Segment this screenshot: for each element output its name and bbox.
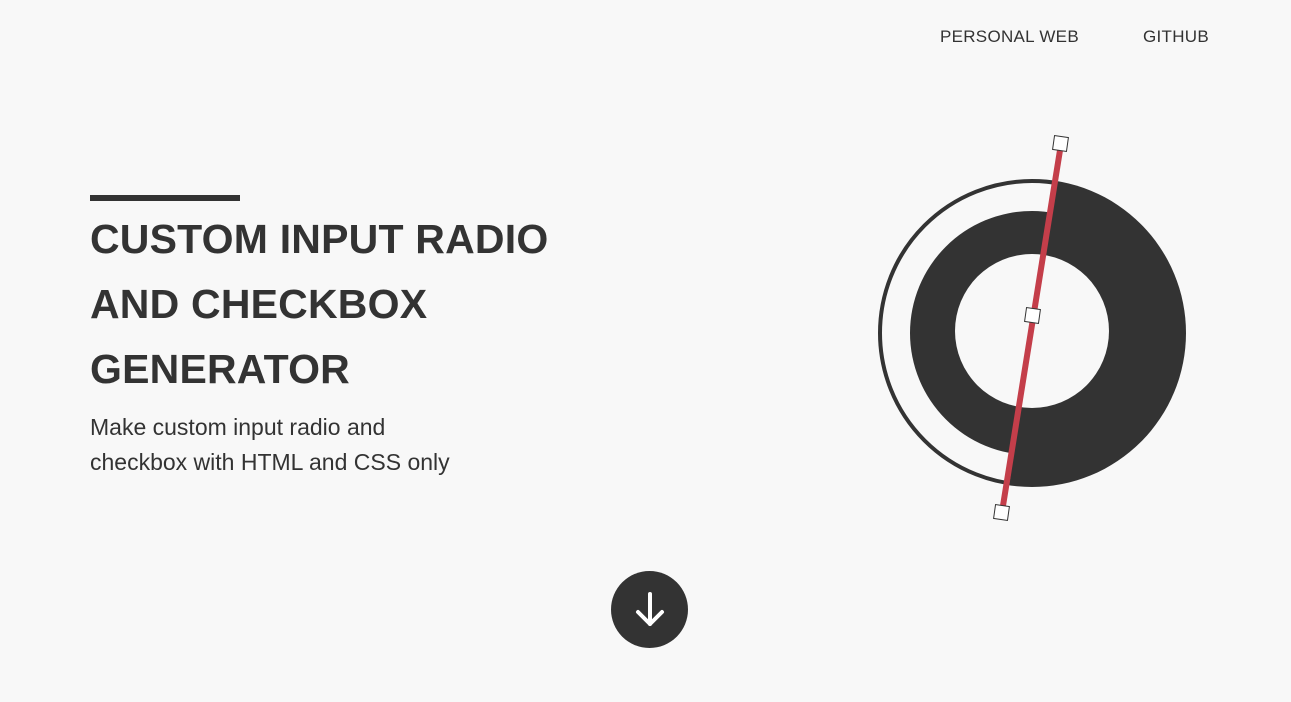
title-line: CUSTOM INPUT RADIO <box>90 216 549 262</box>
page: PERSONAL WEB GITHUB CUSTOM INPUT RADIO A… <box>0 0 1291 702</box>
title-accent-bar <box>90 195 240 201</box>
nav-link-personal-web[interactable]: PERSONAL WEB <box>940 26 1079 48</box>
title-line: AND CHECKBOX <box>90 281 428 327</box>
top-nav: PERSONAL WEB GITHUB <box>940 26 1209 48</box>
subtitle-line: checkbox with HTML and CSS only <box>90 449 450 475</box>
handle-middle <box>1024 307 1041 324</box>
subtitle-line: Make custom input radio and <box>90 414 386 440</box>
handle-top <box>1052 135 1069 152</box>
hero: CUSTOM INPUT RADIO AND CHECKBOX GENERATO… <box>90 195 650 480</box>
page-title: CUSTOM INPUT RADIO AND CHECKBOX GENERATO… <box>90 207 650 402</box>
arrow-down-icon <box>635 591 664 626</box>
nav-link-github[interactable]: GITHUB <box>1143 26 1209 48</box>
page-subtitle: Make custom input radio and checkbox wit… <box>90 410 510 480</box>
title-line: GENERATOR <box>90 346 350 392</box>
scroll-down-button[interactable] <box>611 571 688 648</box>
radio-checkbox-logo-icon <box>878 135 1186 521</box>
handle-bottom <box>993 504 1010 521</box>
